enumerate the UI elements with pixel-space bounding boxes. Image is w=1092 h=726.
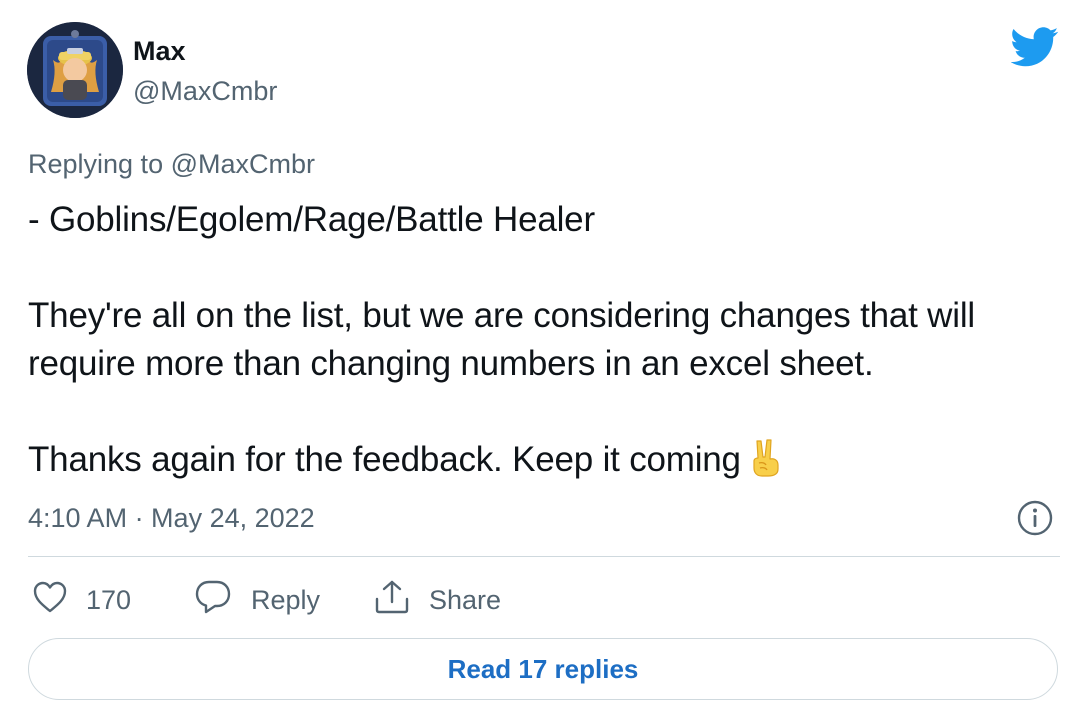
replying-to-mention[interactable]: @MaxCmbr: [171, 149, 315, 179]
replying-to-prefix: Replying to: [28, 149, 171, 179]
speech-bubble-icon: [193, 579, 233, 622]
tweet-line-2: They're all on the list, but we are cons…: [28, 296, 975, 383]
replying-to: Replying to @MaxCmbr: [28, 147, 315, 181]
tweet-line-3: Thanks again for the feedback. Keep it c…: [28, 440, 741, 479]
info-icon[interactable]: [1016, 499, 1054, 537]
share-button[interactable]: Share: [373, 578, 501, 622]
tweet-text: - Goblins/Egolem/Rage/Battle Healer They…: [28, 196, 1068, 490]
read-replies-label: Read 17 replies: [447, 653, 639, 684]
victory-hand-emoji: [749, 439, 783, 490]
avatar[interactable]: [27, 22, 123, 118]
author-handle[interactable]: @MaxCmbr: [133, 74, 277, 108]
like-button[interactable]: 170: [32, 578, 131, 622]
read-replies-button[interactable]: Read 17 replies: [28, 638, 1058, 700]
reply-label: Reply: [251, 584, 321, 615]
tweet-card: Max @MaxCmbr Replying to @MaxCmbr - Gobl…: [0, 0, 1092, 726]
reply-button[interactable]: Reply: [193, 578, 320, 622]
share-label: Share: [429, 584, 502, 615]
tweet-timestamp[interactable]: 4:10 AM · May 24, 2022: [28, 501, 315, 535]
tweet-line-1: - Goblins/Egolem/Rage/Battle Healer: [28, 200, 595, 239]
twitter-bird-icon[interactable]: [1010, 27, 1059, 67]
avatar-image: [27, 22, 123, 118]
author-name[interactable]: Max: [133, 34, 186, 68]
like-count: 170: [86, 584, 132, 615]
divider: [28, 556, 1060, 557]
tweet-line-3-wrap: Thanks again for the feedback. Keep it c…: [28, 436, 1068, 490]
heart-icon: [32, 580, 68, 621]
share-upload-icon: [373, 579, 411, 622]
